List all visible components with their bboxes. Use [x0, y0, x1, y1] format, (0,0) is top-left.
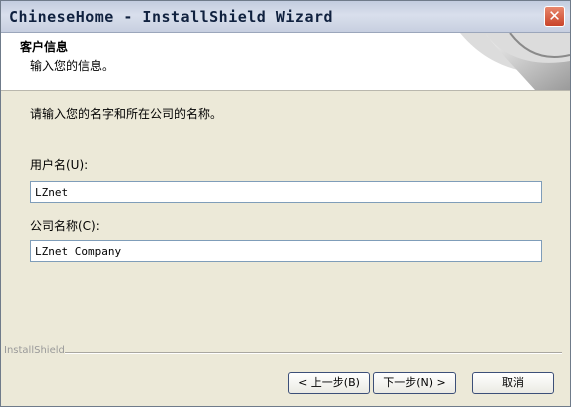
- cancel-button[interactable]: 取消: [472, 372, 554, 394]
- username-label: 用户名(U):: [30, 158, 89, 172]
- header-title: 客户信息: [20, 40, 69, 54]
- instruction-text: 请输入您的名字和所在公司的名称。: [30, 107, 223, 121]
- footer-separator: [65, 352, 562, 354]
- company-field[interactable]: [30, 240, 542, 262]
- header-decoration: [460, 33, 570, 90]
- header-panel: 客户信息 输入您的信息。: [1, 33, 570, 91]
- installer-window: ChineseHome - InstallShield Wizard ✕ 客户信…: [0, 0, 571, 407]
- company-label: 公司名称(C):: [30, 219, 100, 233]
- title-bar[interactable]: ChineseHome - InstallShield Wizard ✕: [1, 1, 570, 33]
- window-title: ChineseHome - InstallShield Wizard: [9, 8, 334, 26]
- back-button[interactable]: < 上一步(B): [288, 372, 370, 394]
- header-subtitle: 输入您的信息。: [30, 59, 115, 73]
- close-icon: ✕: [548, 7, 561, 25]
- next-button[interactable]: 下一步(N) >: [373, 372, 456, 394]
- brand-label: InstallShield: [4, 345, 69, 356]
- username-field[interactable]: [30, 181, 542, 203]
- close-button[interactable]: ✕: [544, 6, 565, 27]
